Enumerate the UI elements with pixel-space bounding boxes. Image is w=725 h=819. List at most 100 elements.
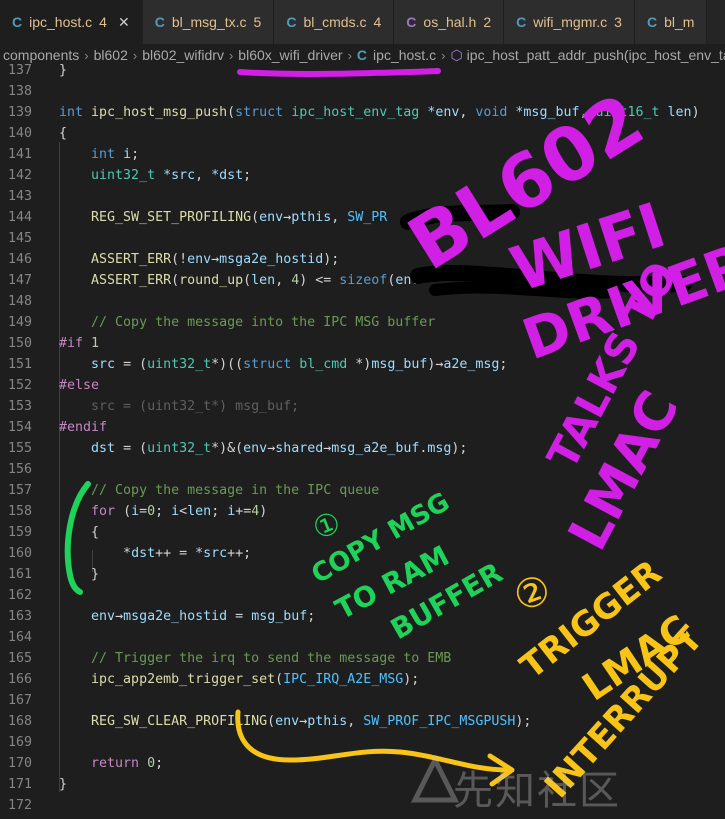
line-number: 159 bbox=[7, 525, 32, 540]
code-text: ipc_app2emb_trigger_set(IPC_IRQ_A2E_MSG)… bbox=[91, 672, 420, 687]
code-line[interactable]: 140 { bbox=[0, 123, 725, 144]
code-line[interactable]: 151 src = (uint32_t*)((struct bl_cmd *)m… bbox=[0, 354, 725, 375]
code-text: #if 1 bbox=[59, 336, 100, 351]
code-line[interactable]: 137} bbox=[0, 60, 725, 81]
code-line[interactable]: 139 int ipc_host_msg_push(struct ipc_host… bbox=[0, 102, 725, 123]
line-number: 147 bbox=[7, 273, 32, 288]
c-file-icon: C bbox=[646, 14, 658, 30]
line-number: 165 bbox=[7, 651, 32, 666]
line-number: 158 bbox=[7, 504, 32, 519]
code-line[interactable]: 158 for (i=0; i<len; i+=4) bbox=[0, 501, 725, 522]
code-line[interactable]: 165 // Trigger the irq to send the messa… bbox=[0, 648, 725, 669]
tab-problem-count: 2 bbox=[483, 14, 492, 30]
close-icon[interactable]: ✕ bbox=[118, 14, 130, 31]
code-line[interactable]: 164 bbox=[0, 627, 725, 648]
line-number: 160 bbox=[7, 546, 32, 561]
line-number: 164 bbox=[7, 630, 32, 645]
code-line[interactable]: 150 #if 1 bbox=[0, 333, 725, 354]
code-line[interactable]: 138 bbox=[0, 81, 725, 102]
code-text: src = (uint32_t*) msg_buf; bbox=[91, 399, 300, 414]
code-line[interactable]: 159 { bbox=[0, 522, 725, 543]
tab-3[interactable]: Cos_hal.h 2 bbox=[394, 0, 505, 44]
code-text: ASSERT_ERR(round_up(len, 4) <= sizeof(en… bbox=[91, 273, 420, 288]
line-number: 163 bbox=[7, 609, 32, 624]
code-line[interactable]: 152 #else bbox=[0, 375, 725, 396]
line-number: 170 bbox=[7, 756, 32, 771]
line-number: 152 bbox=[7, 378, 32, 393]
line-number: 155 bbox=[7, 441, 32, 456]
code-text: for (i=0; i<len; i+=4) bbox=[91, 504, 268, 519]
code-text: *dst++ = *src++; bbox=[59, 546, 252, 561]
tab-bar: Cipc_host.c 4 ✕ Cbl_msg_tx.c 5 Cbl_cmds.c 4 Cos… bbox=[0, 0, 725, 45]
line-number: 161 bbox=[7, 567, 32, 582]
line-number: 157 bbox=[7, 483, 32, 498]
code-line[interactable]: 160 *dst++ = *src++; bbox=[0, 543, 725, 564]
code-line[interactable]: 167 bbox=[0, 690, 725, 711]
tab-label: os_hal.h bbox=[423, 14, 477, 30]
tab-1[interactable]: Cbl_msg_tx.c 5 bbox=[142, 0, 275, 44]
code-line[interactable]: 155 dst = (uint32_t*)&(env→shared→msg_a2… bbox=[0, 438, 725, 459]
line-number: 150 bbox=[7, 336, 32, 351]
line-number: 146 bbox=[7, 252, 32, 267]
tab-4[interactable]: Cwifi_mgmr.c 3 bbox=[504, 0, 635, 44]
code-text: dst = (uint32_t*)&(env→shared→msg_a2e_bu… bbox=[91, 441, 468, 456]
tab-5[interactable]: Cbl_m bbox=[634, 0, 708, 44]
code-line[interactable]: 148 bbox=[0, 291, 725, 312]
code-text: } bbox=[59, 567, 100, 582]
line-number: 154 bbox=[7, 420, 32, 435]
code-line[interactable]: 142 uint32_t *src, *dst; bbox=[0, 165, 725, 186]
line-number: 151 bbox=[7, 357, 32, 372]
code-editor[interactable]: 137} 138 139 int ipc_host_msg_push(struct i… bbox=[0, 60, 725, 819]
line-number: 144 bbox=[7, 210, 32, 225]
line-number: 148 bbox=[7, 294, 32, 309]
line-number: 171 bbox=[7, 777, 32, 792]
code-text: ASSERT_ERR(!env→msga2e_hostid); bbox=[91, 252, 340, 267]
tab-label: bl_m bbox=[664, 14, 695, 30]
code-line[interactable]: 168 REG_SW_CLEAR_PROFILING(env→pthis, SW… bbox=[0, 711, 725, 732]
code-line[interactable]: 154 #endif bbox=[0, 417, 725, 438]
code-line[interactable]: 145 bbox=[0, 228, 725, 249]
code-text: int ipc_host_msg_push(struct ipc_host_en… bbox=[59, 105, 700, 120]
code-text: env→msga2e_hostid = msg_buf; bbox=[91, 609, 316, 624]
tab-problem-count: 5 bbox=[253, 14, 262, 30]
code-line[interactable]: 166 ipc_app2emb_trigger_set(IPC_IRQ_A2E_… bbox=[0, 669, 725, 690]
code-text: #endif bbox=[59, 420, 108, 435]
code-line[interactable]: 157 // Copy the message in the IPC queue bbox=[0, 480, 725, 501]
code-line[interactable]: 146 ASSERT_ERR(!env→msga2e_hostid); bbox=[0, 249, 725, 270]
c-file-icon: C bbox=[12, 14, 23, 30]
line-number: 162 bbox=[7, 588, 32, 603]
code-line[interactable]: 156 bbox=[0, 459, 725, 480]
code-line[interactable]: 141 int i; bbox=[0, 144, 725, 165]
line-number: 138 bbox=[7, 84, 32, 99]
c-file-icon: C bbox=[516, 14, 527, 30]
line-number: 172 bbox=[7, 798, 32, 813]
line-number: 166 bbox=[7, 672, 32, 687]
code-line[interactable]: 143 bbox=[0, 186, 725, 207]
tab-problem-count: 3 bbox=[614, 14, 622, 30]
tab-label: wifi_mgmr.c bbox=[533, 14, 608, 30]
code-text: { bbox=[59, 525, 100, 540]
h-file-icon: C bbox=[406, 14, 417, 30]
code-line[interactable]: 147 ASSERT_ERR(round_up(len, 4) <= sizeo… bbox=[0, 270, 725, 291]
line-number: 139 bbox=[7, 105, 32, 120]
code-line[interactable]: 144 REG_SW_SET_PROFILING(env→pthis, SW_P… bbox=[0, 207, 725, 228]
tab-2[interactable]: Cbl_cmds.c 4 bbox=[274, 0, 395, 44]
tab-label: bl_msg_tx.c bbox=[171, 14, 247, 30]
code-text: src = (uint32_t*)((struct bl_cmd *)msg_b… bbox=[91, 357, 508, 372]
code-text: { bbox=[59, 126, 68, 141]
code-line[interactable]: 161 } bbox=[0, 564, 725, 585]
code-line[interactable]: 153 src = (uint32_t*) msg_buf; bbox=[0, 396, 725, 417]
code-text: // Trigger the irq to send the message t… bbox=[91, 651, 452, 666]
tab-0[interactable]: Cipc_host.c 4 ✕ bbox=[0, 0, 143, 44]
code-line[interactable]: 169 bbox=[0, 732, 725, 753]
line-number: 149 bbox=[7, 315, 32, 330]
code-line[interactable]: 162 bbox=[0, 585, 725, 606]
code-line[interactable]: 163 env→msga2e_hostid = msg_buf; bbox=[0, 606, 725, 627]
code-text: return 0; bbox=[91, 756, 164, 771]
code-text: } bbox=[59, 777, 68, 792]
code-text: #else bbox=[59, 378, 100, 393]
line-number: 156 bbox=[7, 462, 32, 477]
code-line[interactable]: 149 // Copy the message into the IPC MSG… bbox=[0, 312, 725, 333]
watermark-text: 先知社区 bbox=[453, 768, 621, 814]
code-text: // Copy the message into the IPC MSG buf… bbox=[91, 315, 436, 330]
